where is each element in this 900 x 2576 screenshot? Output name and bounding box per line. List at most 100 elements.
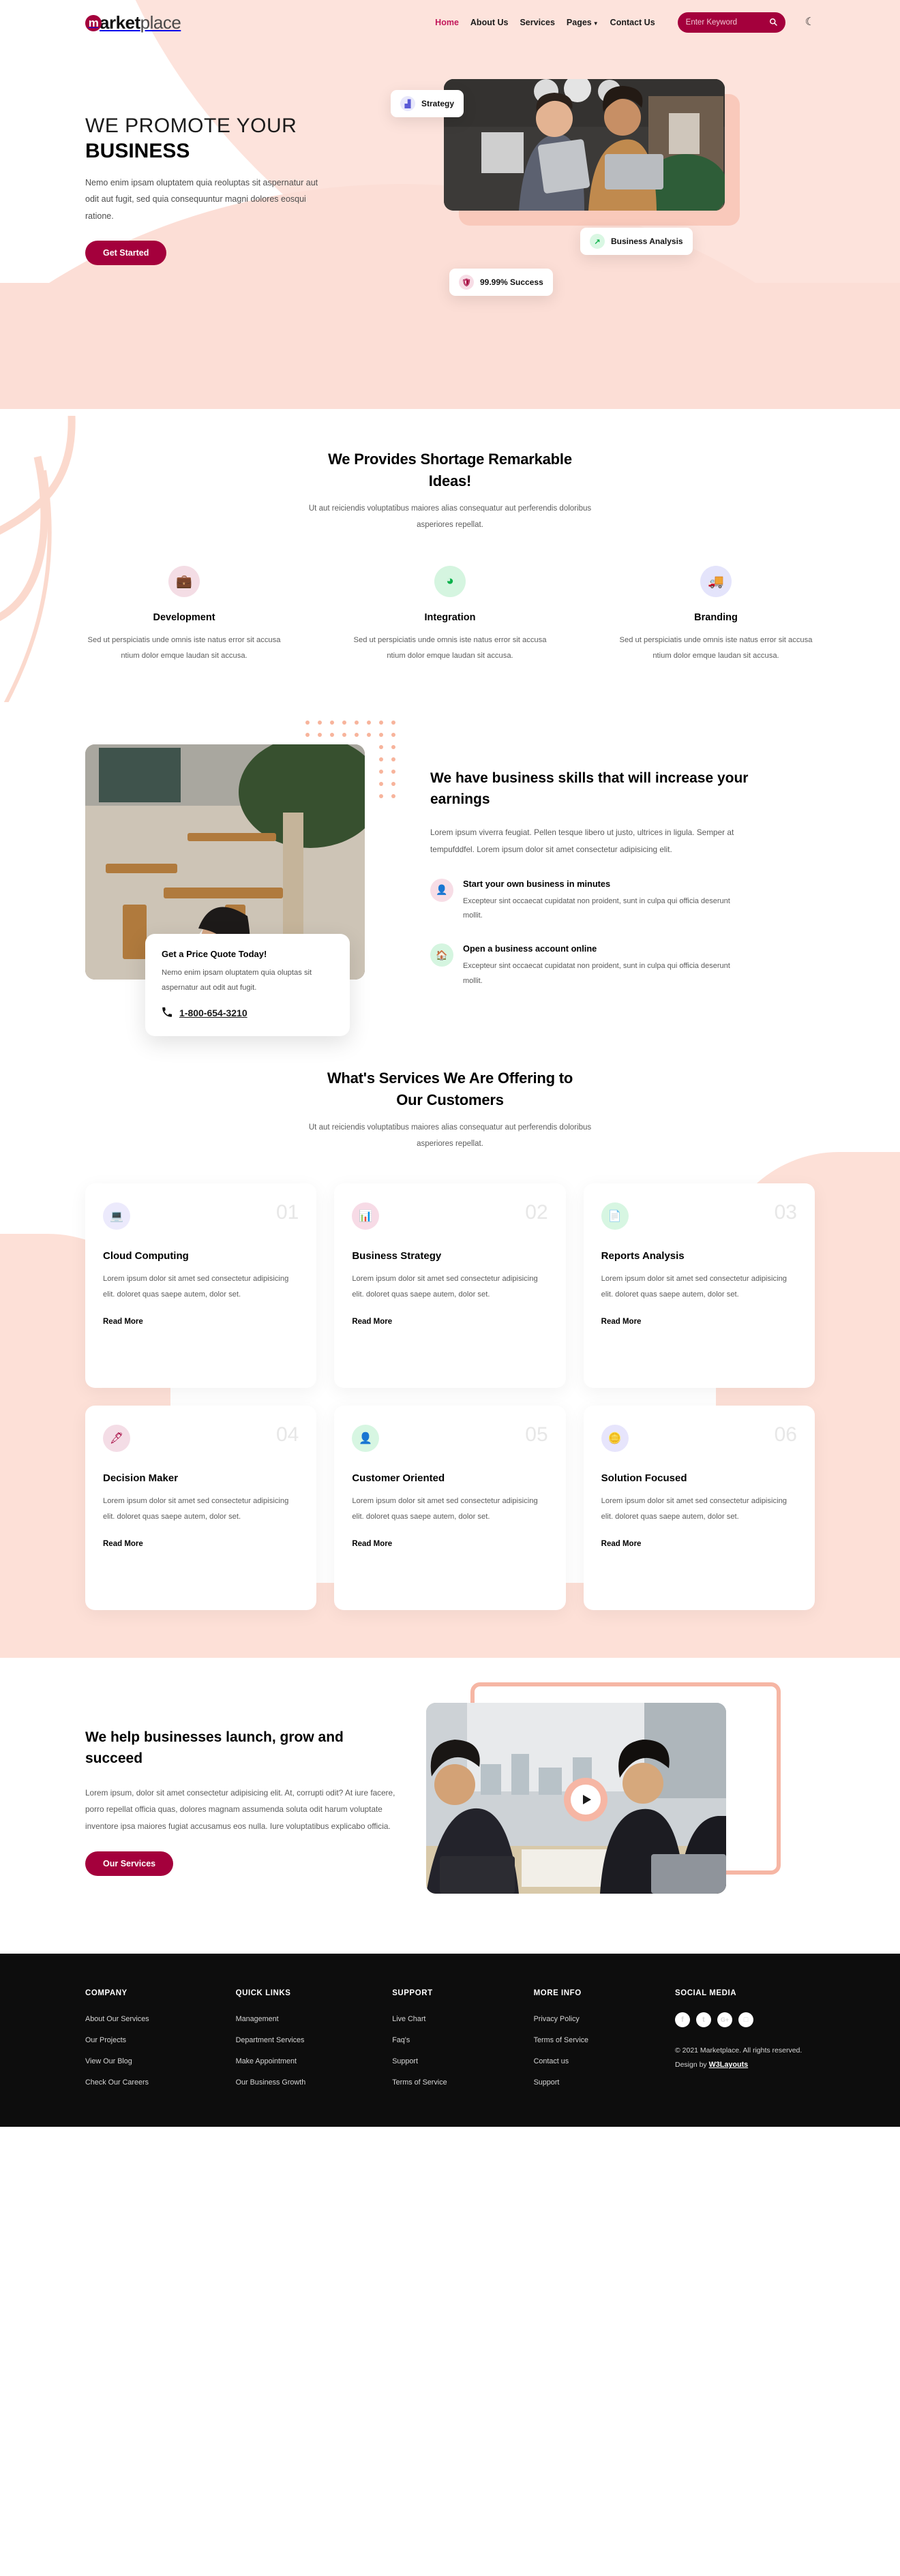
get-started-button[interactable]: Get Started: [85, 241, 167, 266]
our-services-button[interactable]: Our Services: [85, 1851, 174, 1876]
feature-desc: Sed ut perspiciatis unde omnis iste natu…: [619, 636, 813, 661]
footer-link[interactable]: About Our Services: [85, 2015, 149, 2023]
google-plus-icon[interactable]: G+: [717, 2012, 732, 2028]
chevron-down-icon: ▼: [592, 20, 599, 27]
hero-copy: WE PROMOTE YOUR BUSINESS Nemo enim ipsam…: [85, 74, 412, 266]
play-button[interactable]: [564, 1778, 608, 1822]
skills-item-desc: Excepteur sint occaecat cupidatat non pr…: [463, 896, 730, 920]
logo-light: place: [140, 12, 181, 33]
footer-column-heading: MORE INFO: [533, 1989, 582, 1998]
service-card-number: 05: [525, 1423, 548, 1446]
footer-link[interactable]: Live Chart: [392, 2015, 425, 2023]
user-gear-icon: 👤: [352, 1425, 380, 1453]
footer-column-support: SUPPORT Live Chart Faq's Support Terms o…: [392, 1989, 447, 2097]
service-card-title: Business Strategy: [352, 1250, 442, 1262]
page-root: m arket place Home About Us Services Pages…: [0, 0, 900, 2127]
coins-icon: 🪙: [601, 1425, 629, 1453]
skills-item-title: Start your own business in minutes: [463, 878, 611, 889]
site-header: m arket place Home About Us Services Pages…: [0, 0, 900, 45]
chart-line-up-icon: ↗: [590, 234, 605, 249]
list-item: Terms of Service: [392, 2076, 447, 2088]
twitter-icon[interactable]: t: [695, 2012, 711, 2028]
logo[interactable]: m arket place: [85, 12, 181, 33]
pen-nib-icon: 🖋: [103, 1425, 130, 1453]
services-title-line2: Our Customers: [396, 1091, 504, 1109]
footer-link[interactable]: Department Services: [236, 2036, 305, 2044]
footer-link[interactable]: Support: [534, 2078, 560, 2087]
footer-column-heading: COMPANY: [85, 1989, 127, 1998]
footer-column-social-media: SOCIAL MEDIA f t G+ □ © 2021 Marketplace…: [674, 1989, 815, 2097]
badge-success-rate-label: 99.99% Success: [480, 277, 543, 287]
footer-link[interactable]: View Our Blog: [85, 2057, 132, 2065]
footer-link[interactable]: Terms of Service: [392, 2078, 447, 2087]
skills-media: Get a Price Quote Today! Nemo enim ipsam…: [85, 720, 399, 1036]
footer-link[interactable]: Privacy Policy: [534, 2015, 580, 2023]
main-nav: Home About Us Services Pages ▼ Contact Us…: [435, 12, 815, 33]
hero-background-band: [0, 283, 900, 409]
feature-development: 💼 Development Sed ut perspiciatis unde o…: [85, 566, 283, 664]
footer-link[interactable]: Our Projects: [85, 2036, 126, 2044]
launch-paragraph: Lorem ipsum, dolor sit amet consectetur …: [85, 1787, 395, 1832]
nav-item-pages[interactable]: Pages ▼: [567, 18, 599, 27]
site-footer: COMPANY About Our Services Our Projects …: [0, 1954, 900, 2127]
skills-copy: We have business skills that will increa…: [430, 729, 751, 988]
designer-link[interactable]: W3Layouts: [709, 2061, 749, 2069]
nav-item-contact-us[interactable]: Contact Us: [610, 18, 655, 27]
list-item: Check Our Careers: [85, 2076, 149, 2088]
ideas-section: We Provides Shortage Remarkable Ideas! U…: [0, 409, 900, 702]
footer-link[interactable]: Contact us: [534, 2057, 569, 2065]
badge-strategy: ▟ Strategy: [391, 90, 464, 117]
nav-item-services[interactable]: Services: [520, 18, 554, 27]
read-more-link[interactable]: Read More: [601, 1540, 642, 1548]
badge-success-rate: 🛡 99.99% Success: [449, 269, 553, 296]
feature-integration: ◕ Integration Sed ut perspiciatis unde o…: [351, 566, 549, 664]
service-card-number: 04: [275, 1423, 299, 1446]
service-card-decision-maker[interactable]: 🖋 04 Decision Maker Lorem ipsum dolor si…: [85, 1406, 317, 1611]
service-card-number: 01: [275, 1201, 299, 1224]
footer-link[interactable]: Faq's: [392, 2036, 410, 2044]
footer-link[interactable]: Management: [236, 2015, 279, 2023]
price-quote-title: Get a Price Quote Today!: [162, 948, 267, 959]
footer-link[interactable]: Support: [392, 2057, 418, 2065]
read-more-link[interactable]: Read More: [601, 1318, 642, 1326]
facebook-icon[interactable]: f: [674, 2012, 690, 2028]
moon-icon[interactable]: ☾: [805, 17, 815, 28]
service-card-cloud-computing[interactable]: 💻 01 Cloud Computing Lorem ipsum dolor s…: [85, 1183, 317, 1389]
search-input[interactable]: [685, 18, 768, 27]
footer-link[interactable]: Check Our Careers: [85, 2078, 149, 2087]
service-card-title: Reports Analysis: [601, 1250, 685, 1262]
list-item: Our Business Growth: [236, 2076, 306, 2088]
footer-column-heading: QUICK LINKS: [235, 1989, 291, 1998]
briefcase-clock-icon: 💼: [168, 566, 200, 598]
service-card-title: Customer Oriented: [352, 1472, 445, 1485]
read-more-link[interactable]: Read More: [352, 1318, 392, 1326]
skills-item-desc: Excepteur sint occaecat cupidatat non pr…: [463, 962, 730, 985]
launch-media: [426, 1682, 781, 1903]
service-card-title: Decision Maker: [103, 1472, 179, 1485]
feature-branding: 🚚 Branding Sed ut perspiciatis unde omni…: [617, 566, 815, 664]
nav-item-home[interactable]: Home: [435, 18, 459, 27]
search-box[interactable]: [677, 12, 785, 33]
list-item: Contact us: [534, 2055, 588, 2067]
chart-bar-icon: 📊: [352, 1202, 380, 1230]
read-more-link[interactable]: Read More: [352, 1540, 392, 1548]
service-card-reports-analysis[interactable]: 📄 03 Reports Analysis Lorem ipsum dolor …: [583, 1183, 815, 1389]
footer-link[interactable]: Make Appointment: [236, 2057, 297, 2065]
footer-link[interactable]: Terms of Service: [534, 2036, 588, 2044]
feature-desc: Sed ut perspiciatis unde omnis iste natu…: [353, 636, 547, 661]
nav-item-about-us[interactable]: About Us: [470, 18, 509, 27]
instagram-icon[interactable]: □: [738, 2012, 753, 2028]
search-icon[interactable]: [769, 18, 777, 28]
list-item: Our Projects: [85, 2033, 149, 2046]
read-more-link[interactable]: Read More: [103, 1540, 143, 1548]
price-quote-phone-link[interactable]: 1-800-654-3210: [162, 1007, 333, 1020]
read-more-link[interactable]: Read More: [103, 1318, 143, 1326]
service-card-customer-oriented[interactable]: 👤 05 Customer Oriented Lorem ipsum dolor…: [334, 1406, 566, 1611]
service-card-desc: Lorem ipsum dolor sit amet sed consectet…: [352, 1497, 538, 1521]
service-card-business-strategy[interactable]: 📊 02 Business Strategy Lorem ipsum dolor…: [334, 1183, 566, 1389]
feature-title: Development: [153, 612, 215, 624]
footer-link[interactable]: Our Business Growth: [236, 2078, 306, 2087]
service-card-solution-focused[interactable]: 🪙 06 Solution Focused Lorem ipsum dolor …: [583, 1406, 815, 1611]
service-card-desc: Lorem ipsum dolor sit amet sed consectet…: [601, 1275, 787, 1299]
phone-icon: [162, 1007, 172, 1020]
